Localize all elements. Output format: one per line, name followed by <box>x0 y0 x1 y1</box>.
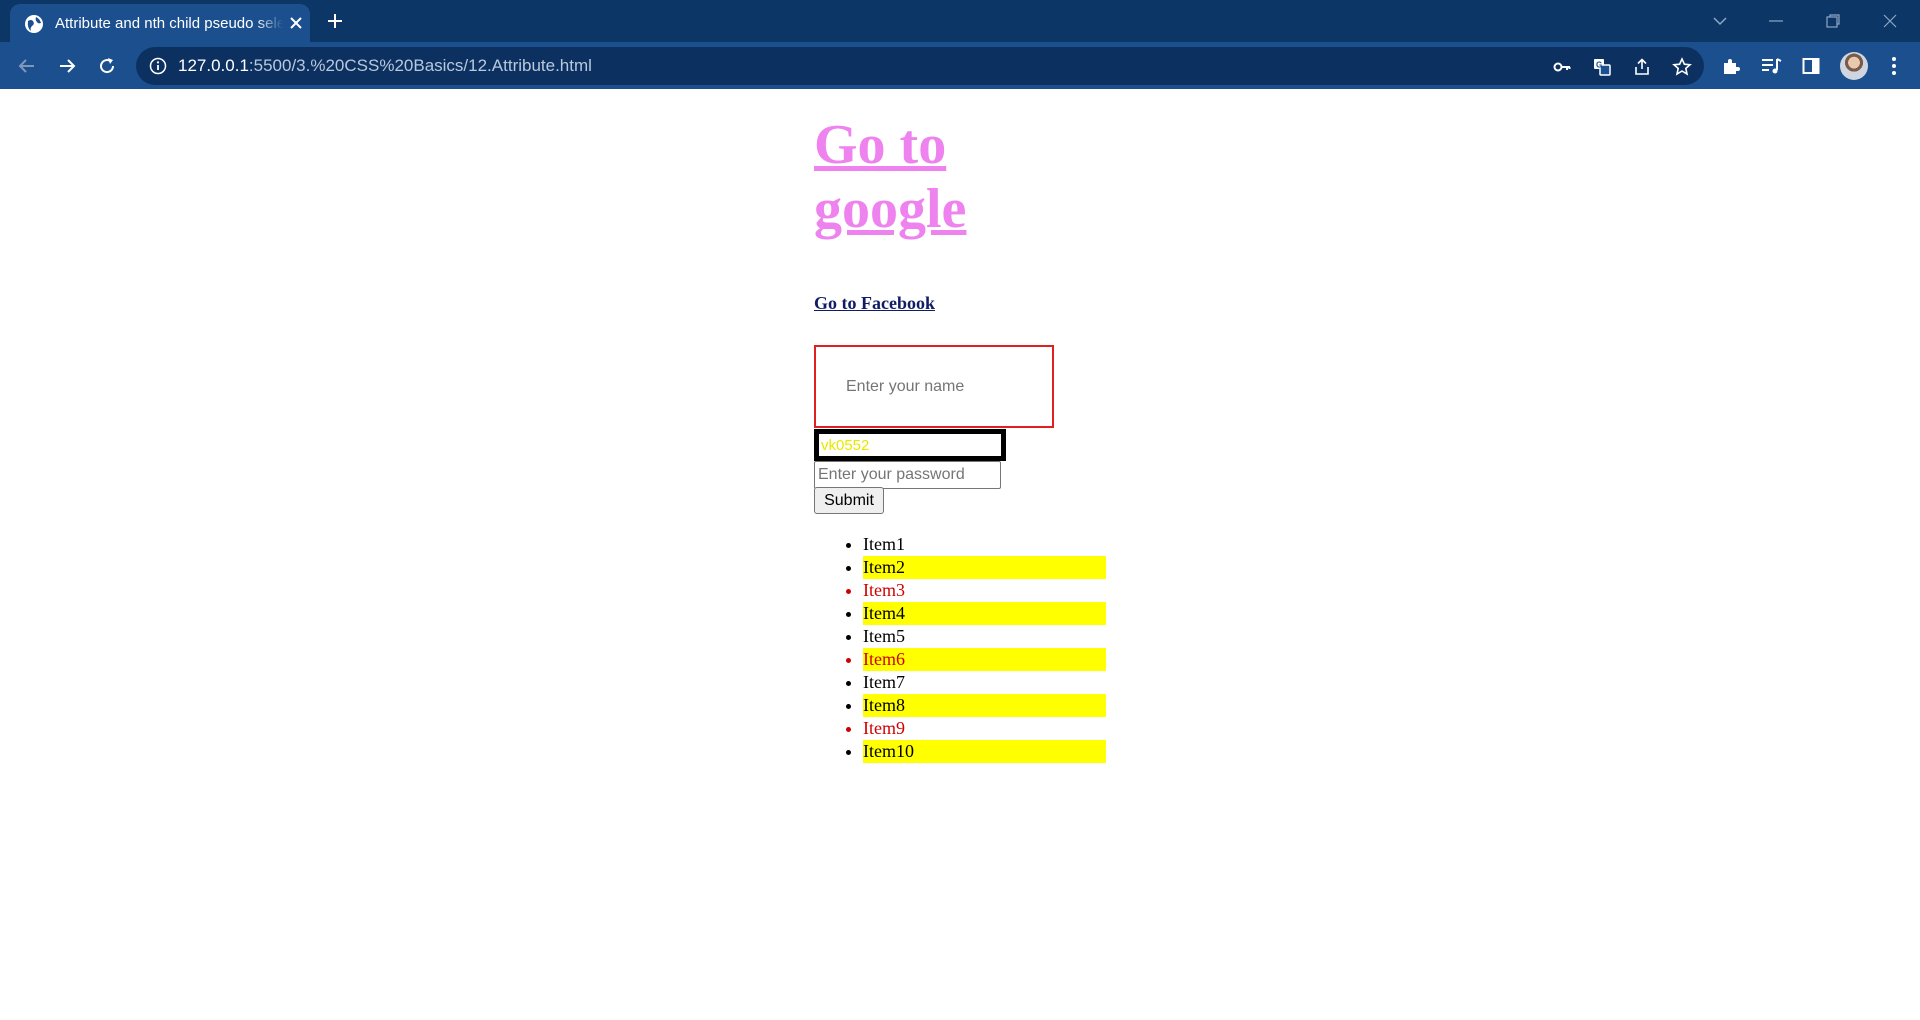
list-item: Item9 <box>863 717 1106 740</box>
google-heading: Go to google <box>814 113 1034 241</box>
password-input[interactable] <box>814 461 1001 489</box>
list-item: Item6 <box>863 648 1106 671</box>
facebook-link[interactable]: Go to Facebook <box>814 293 935 313</box>
site-info-icon[interactable] <box>149 57 167 75</box>
list-item: Item10 <box>863 740 1106 763</box>
list-item: Item3 <box>863 579 1106 602</box>
back-icon[interactable] <box>13 52 41 80</box>
facebook-heading: Go to Facebook <box>814 292 935 314</box>
restore-icon[interactable] <box>1820 8 1846 34</box>
url-host: 127.0.0.1 <box>178 56 249 75</box>
list-item: Item1 <box>863 533 1106 556</box>
submit-button[interactable]: Submit <box>814 487 884 514</box>
address-bar[interactable]: 127.0.0.1:5500/3.%20CSS%20Basics/12.Attr… <box>136 47 1704 85</box>
web-page: Go to google Go to Facebook Submit Item1… <box>0 89 1920 1020</box>
email-input[interactable] <box>814 429 1006 461</box>
google-link[interactable]: Go to google <box>814 114 966 240</box>
translate-icon[interactable]: G <box>1591 56 1613 78</box>
list-item: Item4 <box>863 602 1106 625</box>
bookmark-star-icon[interactable] <box>1671 56 1693 78</box>
browser-toolbar: 127.0.0.1:5500/3.%20CSS%20Basics/12.Attr… <box>0 42 1920 89</box>
globe-icon <box>25 15 43 33</box>
list-item: Item2 <box>863 556 1106 579</box>
list-item: Item8 <box>863 694 1106 717</box>
forward-icon[interactable] <box>53 52 81 80</box>
svg-text:G: G <box>1596 61 1602 70</box>
list-item: Item5 <box>863 625 1106 648</box>
tab-strip: Attribute and nth child pseudo selectors <box>0 0 1920 42</box>
share-icon[interactable] <box>1631 56 1653 78</box>
close-window-icon[interactable] <box>1877 8 1903 34</box>
list-item: Item7 <box>863 671 1106 694</box>
tab-title: Attribute and nth child pseudo selectors <box>55 15 283 32</box>
extensions-puzzle-icon[interactable] <box>1719 54 1743 78</box>
more-menu-icon[interactable] <box>1882 54 1906 78</box>
url-path: :5500/3.%20CSS%20Basics/12.Attribute.htm… <box>248 56 592 75</box>
side-panel-icon[interactable] <box>1799 54 1823 78</box>
tab-search-chevron-icon[interactable] <box>1707 8 1733 34</box>
reload-icon[interactable] <box>93 52 121 80</box>
password-key-icon[interactable] <box>1551 56 1573 78</box>
new-tab-icon[interactable] <box>325 11 345 31</box>
close-tab-icon[interactable] <box>288 15 304 31</box>
active-tab[interactable]: Attribute and nth child pseudo selectors <box>10 4 310 42</box>
name-input[interactable] <box>814 345 1054 428</box>
profile-avatar[interactable] <box>1840 52 1868 80</box>
item-list: Item1 Item2 Item3 Item4 Item5 Item6 Item… <box>863 533 1106 763</box>
minimize-icon[interactable] <box>1763 8 1789 34</box>
url-text[interactable]: 127.0.0.1:5500/3.%20CSS%20Basics/12.Attr… <box>178 56 592 76</box>
reading-list-icon[interactable] <box>1759 54 1783 78</box>
